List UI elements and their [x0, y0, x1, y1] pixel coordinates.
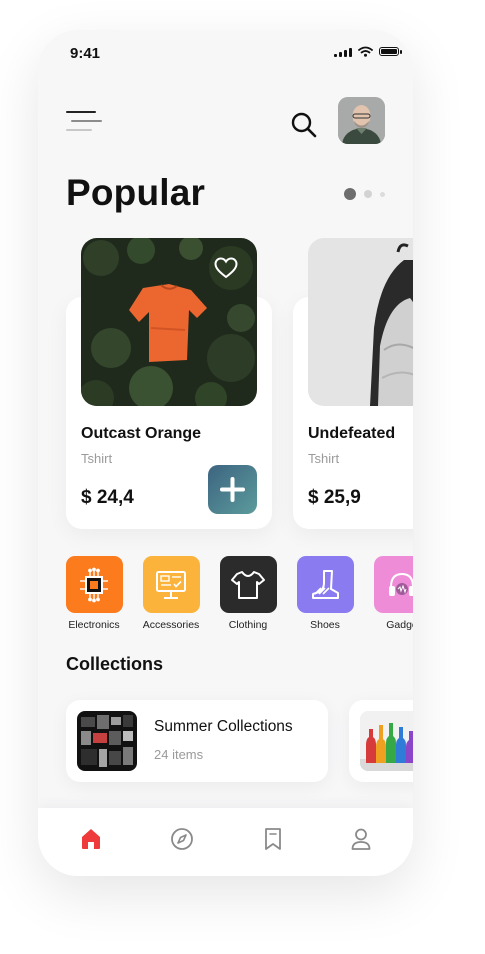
headphones-icon	[373, 556, 413, 613]
product-image[interactable]	[308, 238, 413, 406]
phone-screen: 9:41 Popular Outcast Orange Tshirt $ 24,…	[38, 30, 413, 876]
compass-icon[interactable]	[169, 826, 195, 852]
product-category: Tshirt	[81, 451, 113, 466]
collection-card[interactable]: Summer Collections 24 items	[66, 700, 328, 782]
menu-icon[interactable]	[66, 111, 102, 135]
bottom-tab-bar	[38, 808, 413, 876]
battery-icon	[379, 47, 402, 56]
collection-name: Summer Collections	[154, 718, 293, 735]
product-name: Outcast Orange	[81, 425, 202, 442]
add-to-cart-button[interactable]	[208, 465, 257, 514]
wifi-icon	[358, 46, 373, 57]
chip-icon	[65, 556, 123, 613]
product-name: Undefeated	[308, 425, 396, 442]
monitor-icon	[142, 556, 200, 613]
pager-dot[interactable]	[380, 191, 385, 197]
collection-card[interactable]	[349, 700, 413, 782]
collection-thumbnail	[360, 711, 413, 771]
category-gadgets[interactable]: Gadge	[357, 556, 413, 631]
product-price: $ 25,9	[308, 487, 361, 508]
signal-icon	[334, 47, 352, 57]
status-icons	[334, 46, 402, 57]
carousel-pager	[344, 188, 385, 200]
user-icon[interactable]	[348, 826, 374, 852]
category-label: Gadge	[386, 619, 413, 631]
heart-icon[interactable]	[214, 257, 238, 279]
collection-count: 24 items	[154, 747, 204, 762]
bookmark-icon[interactable]	[260, 826, 286, 852]
status-time: 9:41	[70, 45, 101, 62]
product-category: Tshirt	[308, 451, 340, 466]
pager-dot-active[interactable]	[344, 188, 356, 200]
pager-dot[interactable]	[364, 190, 372, 198]
page-title: Popular	[66, 172, 206, 213]
collection-thumbnail	[77, 711, 137, 771]
product-price: $ 24,4	[81, 487, 134, 508]
home-icon[interactable]	[78, 826, 104, 852]
tshirt-icon	[219, 556, 277, 613]
plus-icon	[220, 477, 245, 502]
search-icon[interactable]	[290, 111, 318, 139]
profile-avatar[interactable]	[338, 97, 385, 144]
section-title: Collections	[66, 654, 164, 674]
boot-icon	[296, 556, 354, 613]
